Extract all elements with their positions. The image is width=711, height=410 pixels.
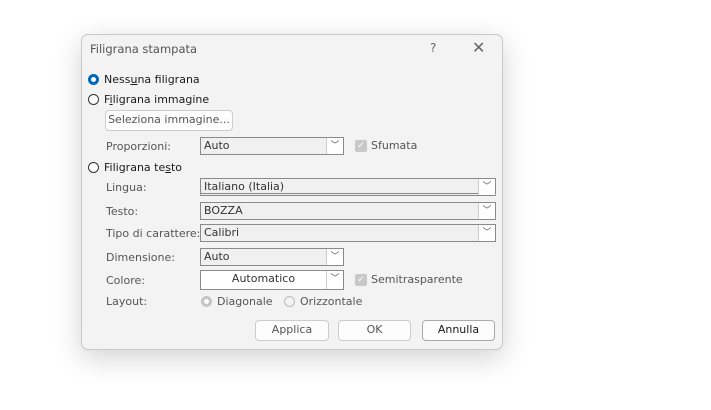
color-select[interactable]: Automatico ﹀ bbox=[200, 270, 344, 290]
scale-value: Auto bbox=[204, 139, 230, 152]
radio-indicator bbox=[88, 74, 99, 85]
text-label: Testo: bbox=[106, 205, 139, 218]
dialog-title: Filigrana stampata bbox=[90, 42, 198, 56]
cancel-button[interactable]: Annulla bbox=[422, 320, 495, 341]
radio-indicator bbox=[284, 296, 295, 307]
chevron-down-icon: ﹀ bbox=[478, 203, 495, 219]
washout-label: Sfumata bbox=[371, 139, 418, 152]
color-value: Automatico bbox=[231, 272, 296, 285]
close-button[interactable]: ✕ bbox=[472, 38, 485, 57]
radio-indicator bbox=[88, 94, 99, 105]
font-select[interactable]: Calibri ﹀ bbox=[200, 224, 496, 242]
language-label: Lingua: bbox=[106, 181, 147, 194]
radio-label: Nessuna filigrana bbox=[104, 73, 200, 86]
radio-label: Diagonale bbox=[217, 295, 273, 308]
font-label: Tipo di carattere: bbox=[106, 227, 201, 240]
chevron-down-icon: ﹀ bbox=[478, 225, 495, 241]
font-value: Calibri bbox=[204, 226, 240, 239]
language-value: Italiano (Italia) bbox=[204, 180, 285, 193]
scale-label: Proporzioni: bbox=[106, 140, 171, 153]
radio-label: Orizzontale bbox=[300, 295, 363, 308]
semitransparent-checkbox[interactable]: ✓ bbox=[355, 274, 367, 286]
radio-label: Filigrana testo bbox=[104, 161, 183, 174]
chevron-down-icon: ﹀ bbox=[478, 179, 495, 195]
select-picture-button[interactable]: Seleziona immagine... bbox=[105, 110, 233, 131]
semitransparent-label: Semitrasparente bbox=[371, 273, 463, 286]
watermark-dialog: Filigrana stampata ? ✕ Nessuna filigrana… bbox=[81, 34, 503, 350]
chevron-down-icon: ﹀ bbox=[326, 249, 343, 265]
color-label: Colore: bbox=[106, 274, 145, 287]
layout-label: Layout: bbox=[106, 295, 148, 308]
radio-label: Filigrana immagine bbox=[104, 93, 210, 106]
radio-indicator bbox=[88, 162, 99, 173]
text-value: BOZZA bbox=[204, 204, 243, 217]
help-button[interactable]: ? bbox=[430, 41, 436, 55]
language-select[interactable]: Italiano (Italia) ﹀ bbox=[200, 178, 496, 196]
ok-button[interactable]: OK bbox=[338, 320, 411, 341]
scale-select[interactable]: Auto ﹀ bbox=[200, 137, 344, 155]
chevron-down-icon: ﹀ bbox=[326, 271, 343, 289]
washout-checkbox[interactable]: ✓ bbox=[355, 140, 367, 152]
size-value: Auto bbox=[204, 250, 230, 263]
chevron-down-icon: ﹀ bbox=[326, 138, 343, 154]
size-label: Dimensione: bbox=[106, 251, 175, 264]
text-combo[interactable]: BOZZA ﹀ bbox=[200, 202, 496, 220]
radio-indicator bbox=[201, 296, 212, 307]
apply-button[interactable]: Applica bbox=[255, 320, 329, 341]
size-select[interactable]: Auto ﹀ bbox=[200, 248, 344, 266]
